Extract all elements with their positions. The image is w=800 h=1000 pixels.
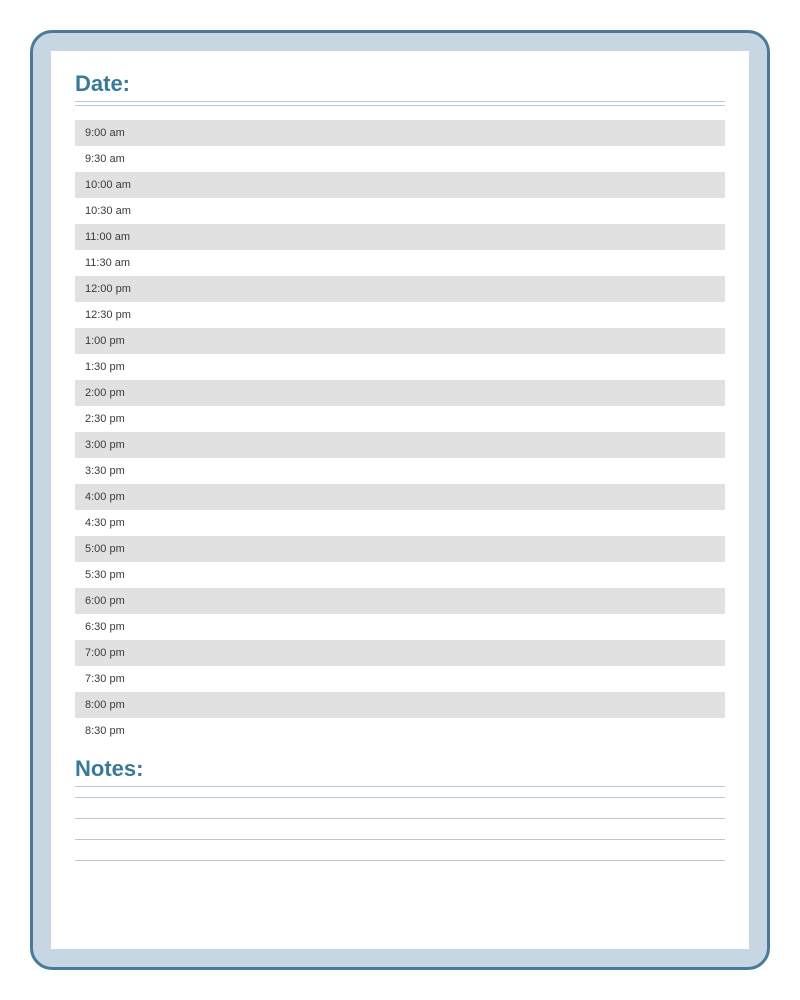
time-row: 11:30 am (75, 250, 725, 276)
time-label: 9:00 am (85, 127, 125, 139)
time-label: 7:30 pm (85, 673, 125, 685)
time-row: 10:30 am (75, 198, 725, 224)
time-row: 7:00 pm (75, 640, 725, 666)
time-row: 11:00 am (75, 224, 725, 250)
time-row: 9:30 am (75, 146, 725, 172)
time-label: 10:30 am (85, 205, 131, 217)
note-line (75, 860, 725, 861)
time-row: 8:00 pm (75, 692, 725, 718)
time-row: 12:30 pm (75, 302, 725, 328)
time-label: 1:00 pm (85, 335, 125, 347)
time-row: 6:00 pm (75, 588, 725, 614)
note-line (75, 818, 725, 819)
date-underline-2 (75, 105, 725, 106)
planner-inner-page: Date: 9:00 am 9:30 am 10:00 am 10:30 am 11:0… (51, 51, 749, 949)
note-line (75, 839, 725, 840)
time-label: 9:30 am (85, 153, 125, 165)
notes-underline-1 (75, 786, 725, 787)
time-row: 2:00 pm (75, 380, 725, 406)
schedule-list: 9:00 am 9:30 am 10:00 am 10:30 am 11:00 am 11… (75, 120, 725, 744)
time-row: 10:00 am (75, 172, 725, 198)
time-label: 3:30 pm (85, 465, 125, 477)
time-row: 7:30 pm (75, 666, 725, 692)
time-row: 3:30 pm (75, 458, 725, 484)
time-label: 5:00 pm (85, 543, 125, 555)
time-row: 2:30 pm (75, 406, 725, 432)
notes-section: Notes: (75, 756, 725, 881)
time-row: 1:30 pm (75, 354, 725, 380)
notes-lines (75, 797, 725, 861)
time-label: 2:00 pm (85, 387, 125, 399)
time-row: 4:00 pm (75, 484, 725, 510)
time-label: 8:00 pm (85, 699, 125, 711)
time-row: 5:00 pm (75, 536, 725, 562)
time-row: 9:00 am (75, 120, 725, 146)
date-underline-1 (75, 101, 725, 102)
time-label: 11:30 am (85, 257, 130, 269)
time-row: 1:00 pm (75, 328, 725, 354)
date-heading: Date: (75, 71, 725, 97)
notes-heading: Notes: (75, 756, 725, 782)
time-label: 8:30 pm (85, 725, 125, 737)
time-label: 2:30 pm (85, 413, 125, 425)
time-label: 4:30 pm (85, 517, 125, 529)
time-label: 4:00 pm (85, 491, 125, 503)
time-label: 6:30 pm (85, 621, 125, 633)
note-line (75, 797, 725, 798)
planner-outer-frame: Date: 9:00 am 9:30 am 10:00 am 10:30 am 11:0… (30, 30, 770, 970)
time-label: 6:00 pm (85, 595, 125, 607)
time-row: 3:00 pm (75, 432, 725, 458)
time-label: 5:30 pm (85, 569, 125, 581)
time-row: 5:30 pm (75, 562, 725, 588)
time-label: 12:00 pm (85, 283, 131, 295)
time-label: 7:00 pm (85, 647, 125, 659)
time-row: 6:30 pm (75, 614, 725, 640)
time-label: 3:00 pm (85, 439, 125, 451)
time-row: 8:30 pm (75, 718, 725, 744)
time-label: 12:30 pm (85, 309, 131, 321)
time-label: 1:30 pm (85, 361, 125, 373)
time-label: 11:00 am (85, 231, 130, 243)
time-label: 10:00 am (85, 179, 131, 191)
time-row: 4:30 pm (75, 510, 725, 536)
time-row: 12:00 pm (75, 276, 725, 302)
